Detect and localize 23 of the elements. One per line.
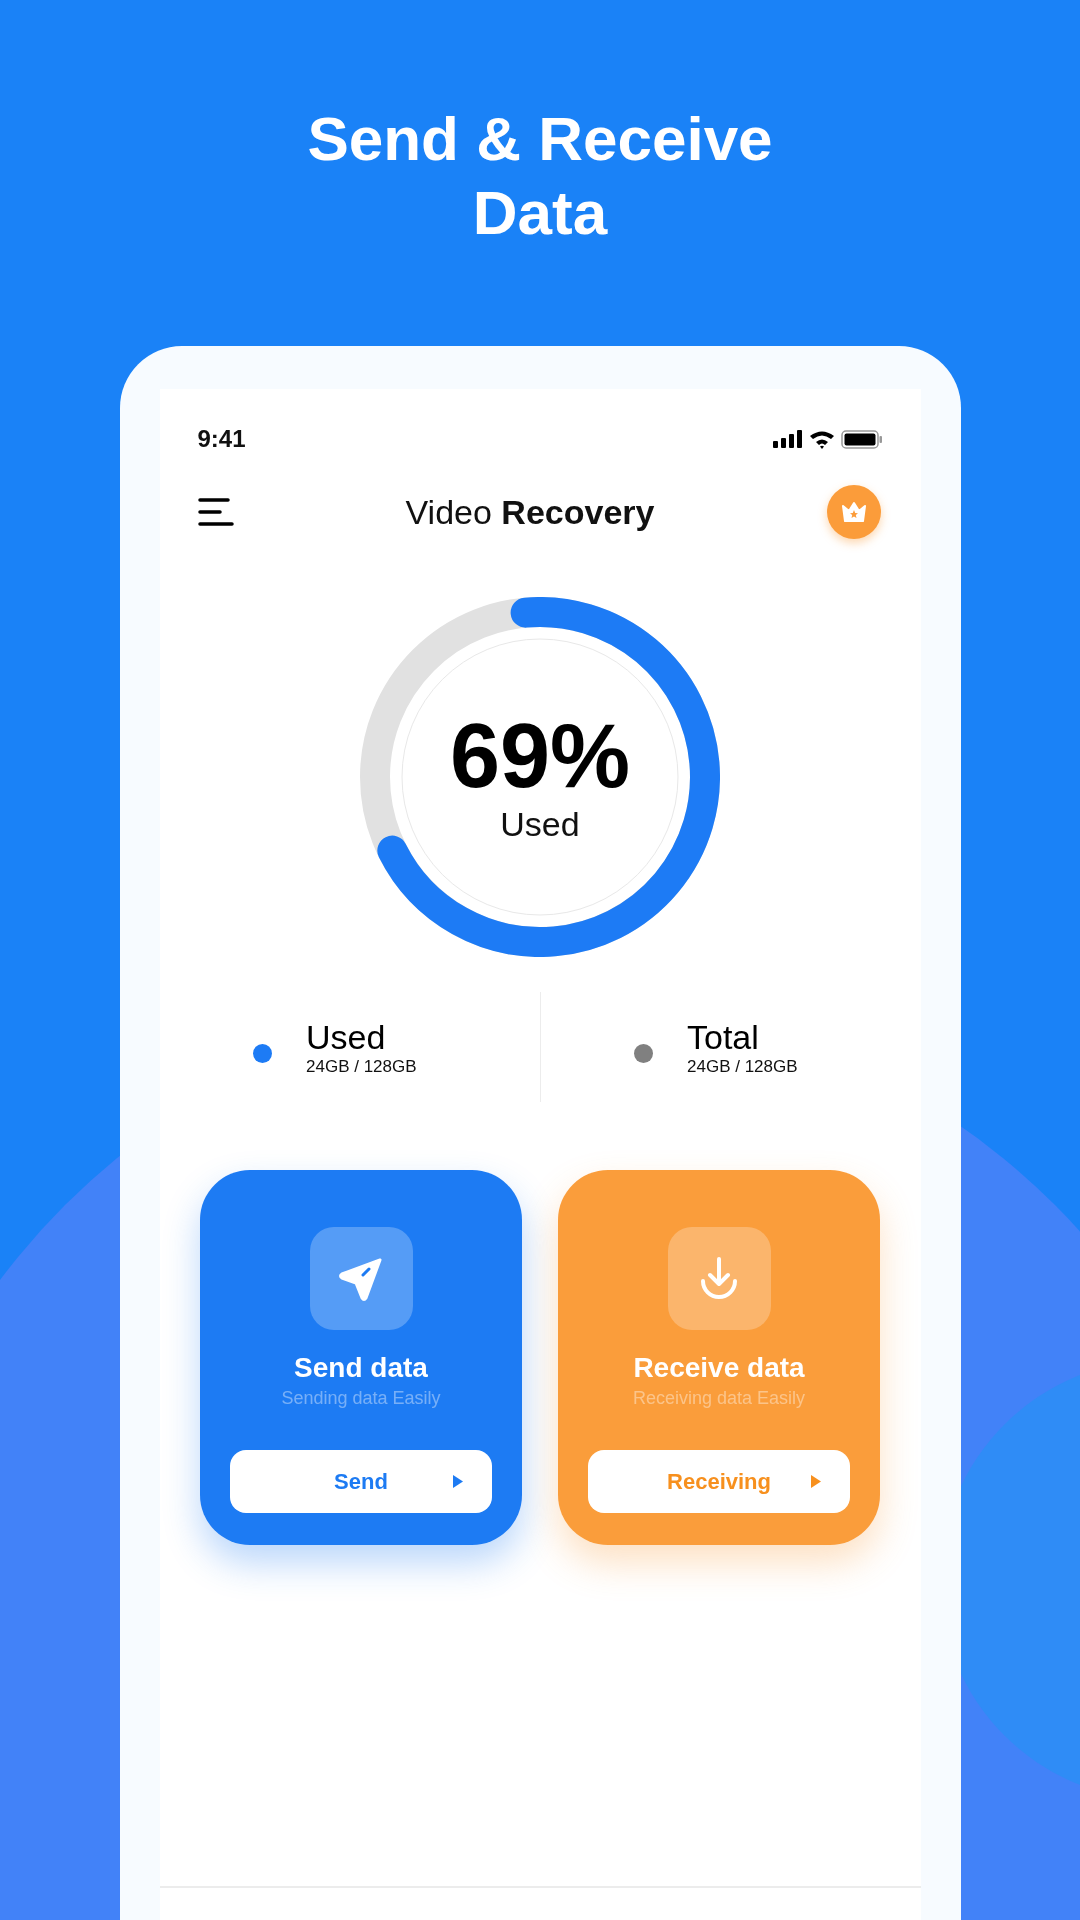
menu-icon (197, 497, 234, 527)
play-icon (810, 1474, 822, 1489)
card-title: Receive data (633, 1352, 805, 1384)
play-icon (452, 1474, 464, 1489)
legend-value: 24GB / 128GB (306, 1056, 418, 1077)
signal-icon (772, 430, 803, 448)
card-subtitle: Sending data Easily (281, 1388, 441, 1409)
app-title: Video Recovery (405, 492, 655, 532)
headline: Send & Receive Data (306, 103, 774, 249)
card-subtitle: Receiving data Easily (632, 1388, 806, 1409)
action-button[interactable]: Receiving (588, 1450, 850, 1513)
menu-button[interactable] (197, 497, 234, 527)
legend-value: 24GB / 128GB (687, 1056, 799, 1077)
action-button[interactable]: Send (230, 1450, 492, 1513)
usage-percent: 69% (449, 710, 631, 801)
status-time: 9:41 (197, 425, 246, 453)
usage-label: Used (500, 804, 580, 844)
wifi-icon (808, 429, 835, 449)
card-title: Send data (294, 1352, 428, 1384)
legend-label: Total (687, 1017, 760, 1057)
crown-icon (840, 501, 867, 523)
legend-label: Used (306, 1017, 387, 1057)
battery-icon (840, 429, 883, 449)
